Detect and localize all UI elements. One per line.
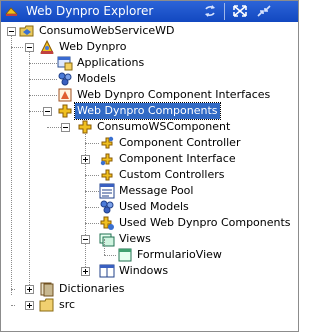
web-dynpro-explorer-icon: [5, 7, 18, 16]
tree-item-label: Views: [119, 232, 151, 245]
tree-item-label: Component Interface: [119, 152, 236, 165]
models-icon: [58, 72, 72, 86]
web-dynpro-icon: [40, 39, 54, 54]
component-icon: [78, 120, 92, 134]
tree-item-component-controller[interactable]: Component Controller: [1, 135, 298, 151]
explorer-window: Web Dynpro Explorer ConsumoWebServiceWD …: [0, 0, 299, 332]
tree-item-label: Windows: [119, 264, 169, 277]
tree-item-windows[interactable]: Windows: [1, 263, 298, 279]
tree-item-web-dynpro[interactable]: Web Dynpro: [1, 39, 298, 55]
components-icon: [58, 104, 72, 118]
sync-icon[interactable]: [201, 3, 219, 19]
tree-item-label: Web Dynpro: [59, 40, 127, 53]
tree-item-label: Used Web Dynpro Components: [119, 216, 291, 229]
tree-item-views[interactable]: Views: [1, 231, 298, 247]
tree-item-label: Message Pool: [119, 184, 194, 197]
toolbar-separator: [224, 3, 225, 20]
tree-item-label: FormularioView: [137, 248, 222, 261]
collapse-toggle[interactable]: [43, 107, 52, 116]
tree-item-label: Web Dynpro Components: [74, 102, 221, 120]
used-components-icon: [100, 216, 114, 230]
expand-toggle[interactable]: [25, 285, 34, 294]
tree-item-formulario-view[interactable]: FormularioView: [1, 239, 298, 263]
folder-icon: [39, 298, 54, 312]
applications-icon: [57, 56, 73, 71]
project-icon: [19, 25, 34, 37]
minimize-icon[interactable]: [255, 3, 273, 19]
expand-toggle[interactable]: [81, 267, 90, 276]
used-models-icon: [100, 200, 114, 214]
tree-item-label: Models: [77, 72, 116, 85]
tree-item-label: ConsumoWSComponent: [97, 120, 231, 133]
tree-item-message-pool[interactable]: Message Pool: [1, 183, 298, 199]
tree-item-custom-controllers[interactable]: Custom Controllers: [1, 167, 298, 183]
tree-item-label: ConsumoWebServiceWD: [39, 24, 175, 37]
tree-item-used-models[interactable]: Used Models: [1, 199, 298, 215]
tree-item-label: Web Dynpro Component Interfaces: [77, 88, 271, 101]
dictionaries-icon: [40, 282, 54, 297]
tree-item-src[interactable]: src: [1, 297, 298, 313]
tree-item-label: Dictionaries: [59, 282, 125, 295]
interface-icon: [100, 153, 113, 166]
tree-item-applications[interactable]: Applications: [1, 55, 298, 71]
tree-item-component-interface[interactable]: Component Interface: [1, 151, 298, 167]
tree-item-label: Applications: [77, 56, 145, 69]
expand-toggle[interactable]: [25, 301, 34, 310]
tree-item-used-components[interactable]: Used Web Dynpro Components: [1, 215, 298, 231]
tree-item-component-interfaces[interactable]: Web Dynpro Component Interfaces: [1, 87, 298, 103]
expand-toggle[interactable]: [81, 155, 90, 164]
views-icon: [99, 233, 115, 247]
collapse-toggle[interactable]: [81, 235, 90, 244]
tree-item-dictionaries[interactable]: Dictionaries: [1, 281, 298, 297]
tree-item-models[interactable]: Models: [1, 71, 298, 87]
windows-icon: [99, 264, 115, 278]
tree-item-label: Component Controller: [119, 136, 241, 149]
collapse-toggle[interactable]: [61, 123, 70, 132]
title-bar: Web Dynpro Explorer: [1, 1, 298, 22]
collapse-toggle[interactable]: [25, 43, 34, 52]
custom-controllers-icon: [101, 169, 113, 181]
view-icon: [118, 248, 132, 262]
collapse-toggle[interactable]: [7, 27, 16, 36]
tree-item-label: Used Models: [119, 200, 189, 213]
tree-item-root[interactable]: ConsumoWebServiceWD: [1, 23, 298, 39]
tree-item-label: Custom Controllers: [119, 168, 225, 181]
maximize-icon[interactable]: [231, 3, 249, 19]
component-interface-icon: [58, 88, 72, 102]
tree-item-label: src: [59, 298, 76, 311]
tree-item-component[interactable]: ConsumoWSComponent: [1, 119, 298, 135]
message-pool-icon: [99, 183, 115, 199]
controller-icon: [101, 136, 114, 149]
window-title: Web Dynpro Explorer: [26, 4, 154, 18]
tree-item-components[interactable]: Web Dynpro Components: [1, 102, 298, 120]
project-tree: ConsumoWebServiceWD Web Dynpro Applicati…: [1, 23, 298, 331]
